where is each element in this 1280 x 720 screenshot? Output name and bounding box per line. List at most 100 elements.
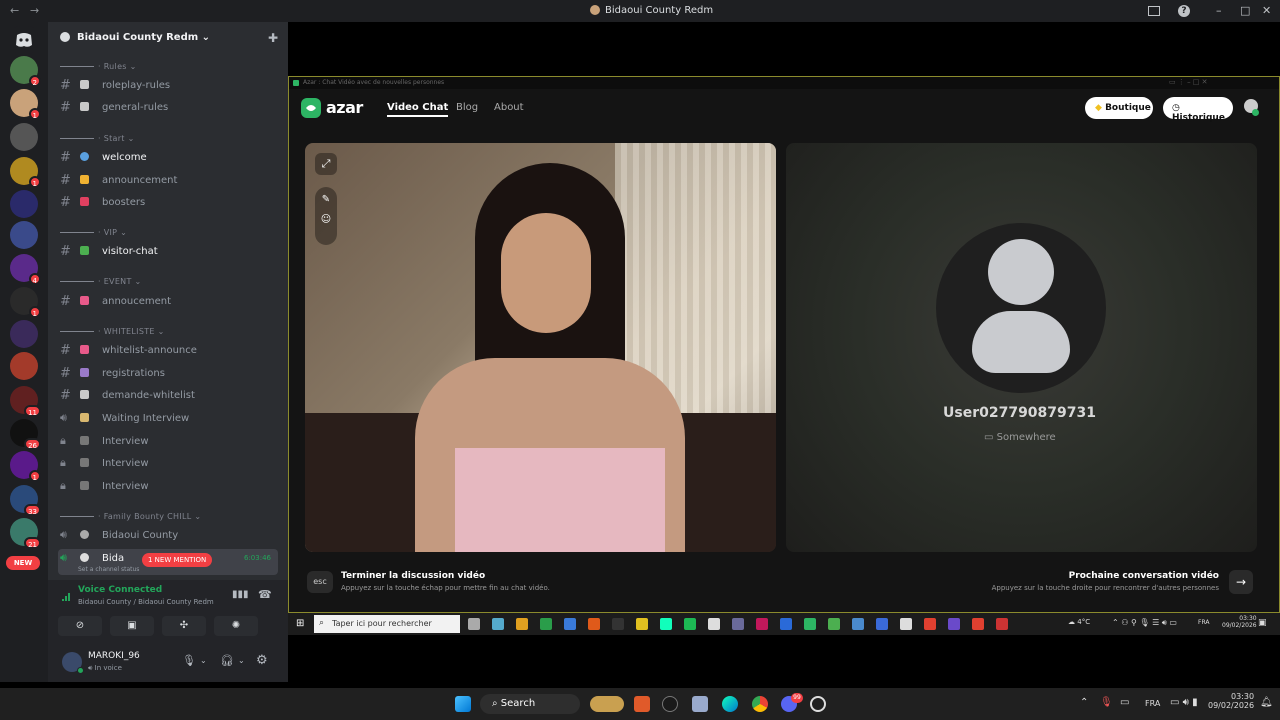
start-windows-icon[interactable]: ⊞ (296, 618, 304, 629)
weather-widget[interactable]: ☁ 4°C (1068, 618, 1090, 626)
voice-bida-active[interactable]: 🔊︎ Bida Set a channel status 6:03:46 1 N… (58, 549, 278, 575)
category-event[interactable]: · EVENT ⌄ (60, 277, 142, 286)
app-icon[interactable] (612, 618, 624, 630)
xampp-icon[interactable] (634, 696, 650, 712)
server-icon[interactable]: 33 (10, 485, 41, 516)
hs-icon[interactable] (662, 696, 678, 712)
category-rules[interactable]: · Rules ⌄ (60, 62, 137, 71)
server-icon[interactable]: 1 (10, 451, 41, 482)
browser-window-controls[interactable]: ▭ ⋮ – □ ✕ (1169, 78, 1208, 86)
channel-registrations[interactable]: # registrations (58, 364, 278, 384)
voice-interview-1[interactable]: 🔒︎ Interview (58, 432, 278, 452)
forward-arrow-icon[interactable]: → (30, 4, 39, 17)
server-name[interactable]: Bidaoui County Redm ⌄ (77, 32, 210, 43)
activities-button[interactable]: ✣ (162, 616, 206, 636)
boutique-button[interactable]: ◆ Boutique (1085, 97, 1153, 119)
inner-clock[interactable]: 03:30 09/02/2026 (1222, 615, 1257, 629)
whatsapp-icon[interactable] (540, 618, 552, 630)
nav-about[interactable]: About (494, 102, 524, 113)
channel-general-rules[interactable]: # general-rules (58, 98, 278, 118)
photos-icon[interactable] (692, 696, 708, 712)
noise-suppression-icon[interactable]: ▮▮▮ (232, 589, 249, 600)
next-chat-title[interactable]: Prochaine conversation vidéo (1069, 571, 1219, 581)
start-windows-icon[interactable] (455, 696, 471, 712)
inner-lang[interactable]: FRA (1198, 619, 1209, 626)
nav-blog[interactable]: Blog (456, 102, 478, 113)
set-status-hint[interactable]: Set a channel status (78, 566, 139, 573)
headset-icon[interactable]: 🎧︎ (220, 654, 234, 667)
app-icon[interactable] (948, 618, 960, 630)
obs-icon[interactable] (996, 618, 1008, 630)
sticky-icon[interactable] (636, 618, 648, 630)
photoshop-icon[interactable] (876, 618, 888, 630)
magic-wand-icon[interactable]: ✎ (315, 194, 337, 205)
file-explorer-icon[interactable] (516, 618, 528, 630)
help-icon[interactable]: ? (1178, 5, 1190, 17)
category-start[interactable]: · Start ⌄ (60, 134, 135, 143)
add-member-icon[interactable]: ✚ (268, 31, 278, 45)
nvidia-icon[interactable] (804, 618, 816, 630)
server-icon[interactable] (10, 352, 38, 380)
server-icon[interactable]: 4 (10, 254, 41, 285)
browser-tab-title[interactable]: Azar : Chat Vidéo avec de nouvelles pers… (303, 79, 444, 86)
opera-icon[interactable] (756, 618, 768, 630)
settings-gear-icon[interactable]: ⚙︎ (256, 653, 268, 668)
server-icon[interactable] (10, 190, 38, 218)
vlc-icon[interactable] (588, 618, 600, 630)
firefox-icon[interactable] (972, 618, 984, 630)
soundboard-button[interactable]: ✺ (214, 616, 258, 636)
channel-announcement[interactable]: # announcement (58, 171, 278, 191)
channel-boosters[interactable]: # boosters (58, 193, 278, 213)
server-icon[interactable]: 26 (10, 419, 41, 450)
server-icon[interactable]: 1 (10, 287, 41, 318)
voice-bidaoui-county[interactable]: 🔊︎ Bidaoui County (58, 526, 278, 546)
voice-waiting-interview[interactable]: 🔊︎ Waiting Interview (58, 409, 278, 429)
inner-search-box[interactable]: ⌕ Taper ici pour rechercher (314, 615, 460, 633)
new-unread-pill[interactable]: NEW (6, 556, 40, 570)
category-family[interactable]: · Family Bounty CHILL ⌄ (60, 512, 201, 521)
camera-off-button[interactable]: ⊘ (58, 616, 102, 636)
microphone-icon[interactable]: 🎙︎ (182, 654, 196, 667)
signal-icon[interactable] (62, 590, 74, 602)
chevron-down-icon[interactable]: ⌄ (238, 656, 245, 665)
server-icon[interactable]: 21 (10, 518, 41, 549)
system-tray-icons[interactable]: ⌃ ⚇ ⚲ 🎙︎ ☰ 🔊︎ ▭ (1112, 618, 1177, 628)
sticker-icon[interactable]: ☺ (315, 214, 337, 225)
channel-visitor-chat[interactable]: # visitor-chat (58, 242, 278, 262)
server-icon[interactable] (10, 123, 38, 151)
brave-icon[interactable] (924, 618, 936, 630)
monitor-icon[interactable]: ▭ (1120, 697, 1129, 708)
channel-roleplay-rules[interactable]: # roleplay-rules (58, 76, 278, 96)
spotify-icon[interactable] (684, 618, 696, 630)
notification-bell-icon[interactable]: 🔔︎ (1260, 697, 1273, 708)
close-button[interactable]: ✕ (1262, 4, 1271, 17)
channel-welcome[interactable]: # welcome (58, 148, 278, 168)
chevron-down-icon[interactable]: ⌄ (200, 656, 207, 665)
server-icon[interactable]: 1 (10, 89, 41, 120)
server-icon[interactable] (10, 320, 38, 348)
new-mention-pill[interactable]: 1 NEW MENTION (142, 553, 213, 567)
app-icon[interactable] (900, 618, 912, 630)
maximize-button[interactable]: □ (1240, 4, 1250, 17)
minimize-button[interactable]: – (1216, 4, 1222, 17)
voice-interview-3[interactable]: 🔒︎ Interview (58, 477, 278, 497)
microphone-icon[interactable]: 🎙︎ (1100, 697, 1113, 708)
inbox-icon[interactable] (1148, 6, 1160, 16)
taskbar-clock[interactable]: 03:30 09/02/2026 (1208, 692, 1254, 710)
screen-share-button[interactable]: ▣ (110, 616, 154, 636)
notepad-icon[interactable] (708, 618, 720, 630)
next-arrow-button[interactable]: → (1229, 570, 1253, 594)
chevron-up-icon[interactable]: ⌃ (1080, 697, 1088, 708)
network-volume-icons[interactable]: ▭ 🔊︎ ▮ (1170, 697, 1198, 708)
back-arrow-icon[interactable]: ← (10, 4, 19, 17)
edge-icon[interactable] (660, 618, 672, 630)
server-icon[interactable]: 2 (10, 56, 41, 87)
disconnect-icon[interactable]: ☎ (258, 588, 272, 601)
server-icon[interactable]: 11 (10, 386, 41, 417)
taskbar-search[interactable]: ⌕ Search (480, 694, 580, 714)
azar-logo[interactable]: azar (326, 98, 363, 117)
taskbar-lang[interactable]: FRA (1145, 699, 1160, 708)
username[interactable]: MAROKI_96 (88, 651, 140, 661)
notifications-icon[interactable]: ▣ (1258, 618, 1267, 628)
end-chat-title[interactable]: Terminer la discussion vidéo (341, 571, 485, 581)
